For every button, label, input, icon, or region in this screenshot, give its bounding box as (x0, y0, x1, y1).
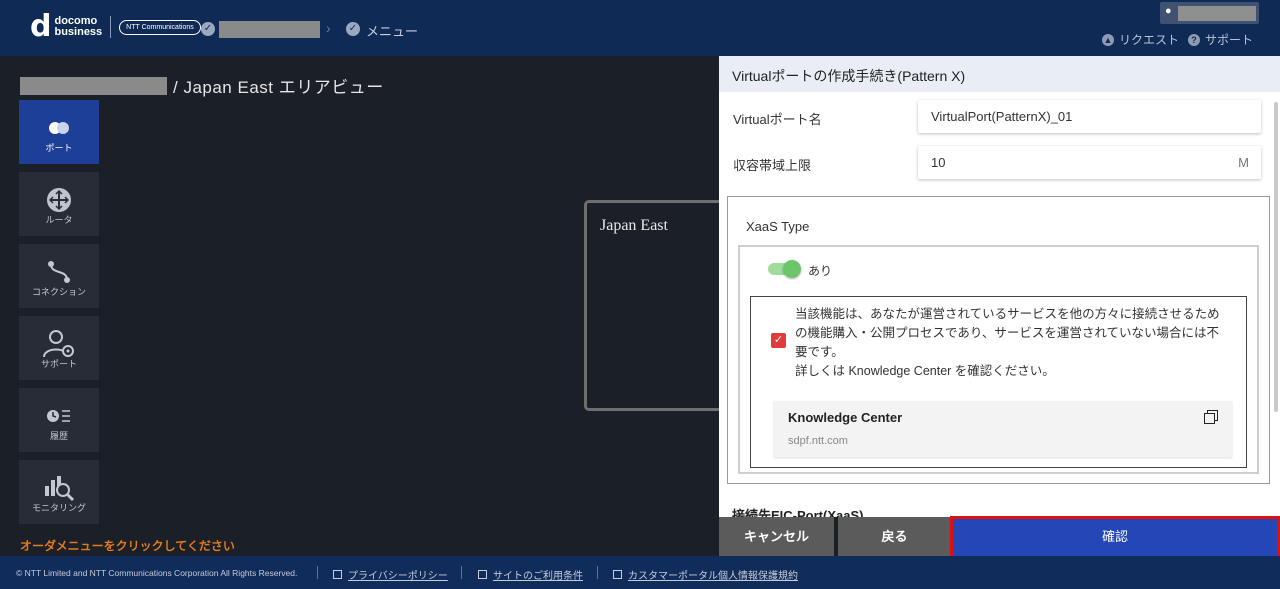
terms-link[interactable]: サイトのご利用条件 (478, 567, 583, 582)
confirm-button[interactable]: 確認 (953, 517, 1277, 556)
notice-line: 要です。 (795, 345, 844, 359)
toggle-knob (783, 260, 801, 278)
xaas-type-section: XaaS Type あり ✓ 当該機能は、あなたが運営されているサービスを他の方… (727, 196, 1270, 484)
order-menu-hint: オーダメニューをクリックしてください (20, 539, 235, 553)
logo-line2: business (54, 26, 103, 38)
logo-divider (110, 16, 112, 38)
bell-icon: ▲ (1102, 33, 1114, 46)
support-link[interactable]: ? サポート (1188, 31, 1253, 48)
user-account-button[interactable]: ● (1160, 2, 1259, 24)
knowledge-center-title: Knowledge Center (788, 410, 903, 425)
agree-checkbox[interactable]: ✓ (771, 333, 786, 348)
menu-item-label: モニタリング (31, 503, 86, 513)
menu-item-router[interactable]: ルータ (19, 172, 99, 236)
external-link-icon (613, 570, 622, 579)
xaas-notice-box: ✓ 当該機能は、あなたが運営されているサービスを他の方々に接続させるため の機能… (750, 296, 1247, 468)
user-icon: ● (1165, 5, 1172, 17)
ntt-communications-logo: NTT Communications (119, 19, 201, 35)
back-button[interactable]: 戻る (838, 517, 951, 556)
menu-item-support[interactable]: サポート (19, 316, 99, 380)
bandwidth-input[interactable]: 10 M (918, 146, 1261, 179)
breadcrumb-redacted-item[interactable] (219, 21, 320, 38)
request-link-label: リクエスト (1119, 33, 1180, 47)
menu-item-label: ルータ (45, 215, 73, 225)
xaas-toggle[interactable] (768, 260, 801, 278)
xaas-toggle-label: あり (808, 264, 833, 278)
area-view-title: / Japan East エリアビュー (20, 73, 384, 98)
area-title-text: / Japan East エリアビュー (173, 78, 384, 97)
menu-item-connection[interactable]: コネクション (19, 244, 99, 308)
cancel-button[interactable]: キャンセル (719, 517, 834, 556)
menu-item-history[interactable]: 履歴 (19, 388, 99, 452)
monitoring-icon (19, 474, 99, 502)
menu-item-label: 履歴 (49, 431, 68, 441)
port-icon (19, 114, 99, 142)
panel-scrollbar[interactable] (1274, 102, 1278, 412)
area-title-redacted (20, 76, 167, 95)
router-icon (19, 186, 99, 214)
footer: © NTT Limited and NTT Communications Cor… (0, 556, 1280, 589)
menu-item-label: ポート (45, 143, 73, 153)
bandwidth-label: 収容帯域上限 (733, 158, 812, 173)
history-icon (19, 402, 99, 430)
virtual-port-create-panel: Virtualポートの作成手続き(Pattern X) Virtualポート名 … (719, 56, 1280, 517)
support-icon (19, 330, 99, 358)
menu-item-monitoring[interactable]: モニタリング (19, 460, 99, 524)
logo-d-mark: d (30, 9, 52, 44)
chevron-right-icon: › (326, 20, 331, 36)
top-header: d docomo business NTT Communications ✓ ›… (0, 0, 1280, 56)
help-circle-icon: ? (1188, 33, 1200, 46)
customer-privacy-label: カスタマーポータル個人情報保護規約 (628, 571, 798, 582)
bandwidth-unit: M (1238, 155, 1249, 170)
port-name-input[interactable]: VirtualPort(PatternX)_01 (918, 100, 1261, 133)
copy-icon[interactable] (1204, 410, 1218, 424)
check-circle-icon: ✓ (201, 22, 215, 36)
connection-icon (19, 258, 99, 286)
breadcrumb-menu[interactable]: メニュー (366, 21, 418, 40)
xaas-type-options: あり ✓ 当該機能は、あなたが運営されているサービスを他の方々に接続させるため … (738, 245, 1259, 474)
menu-item-port[interactable]: ポート (19, 100, 99, 164)
menu-item-label: コネクション (31, 287, 86, 297)
copyright-text: © NTT Limited and NTT Communications Cor… (16, 568, 298, 578)
notice-line: 当該機能は、あなたが運営されているサービスを他の方々に接続させるため (795, 307, 1220, 321)
xaas-type-title: XaaS Type (746, 219, 810, 234)
xaas-notice-text: 当該機能は、あなたが運営されているサービスを他の方々に接続させるため の機能購入… (795, 305, 1240, 381)
footer-divider (597, 566, 598, 579)
customer-privacy-link[interactable]: カスタマーポータル個人情報保護規約 (613, 567, 798, 582)
docomo-business-logo[interactable]: d docomo business NTT Communications (30, 9, 201, 44)
menu-item-label: サポート (40, 359, 77, 369)
request-link[interactable]: ▲ リクエスト (1102, 31, 1179, 48)
region-label: Japan East (600, 217, 668, 234)
panel-title: Virtualポートの作成手続き(Pattern X) (719, 56, 1280, 92)
privacy-policy-link[interactable]: プライバシーポリシー (333, 567, 448, 582)
logo-wordmark: docomo business (54, 16, 102, 38)
notice-line: 詳しくは Knowledge Center を確認ください。 (795, 364, 1055, 378)
connect-eic-port-label: 接続先EIC-Port(XaaS) (732, 508, 864, 517)
external-link-icon (478, 570, 487, 579)
support-link-label: サポート (1205, 33, 1254, 47)
footer-divider (317, 566, 318, 579)
copy-icon-front (1204, 413, 1215, 424)
privacy-policy-label: プライバシーポリシー (348, 571, 448, 582)
terms-label: サイトのご利用条件 (493, 571, 583, 582)
knowledge-center-card[interactable]: Knowledge Center sdpf.ntt.com (774, 401, 1232, 457)
user-name-redacted (1178, 6, 1256, 21)
notice-line: の機能購入・公開プロセスであり、サービスを運営されていない場合には不 (795, 326, 1220, 340)
check-circle-icon: ✓ (346, 22, 360, 36)
external-link-icon (333, 570, 342, 579)
port-name-value: VirtualPort(PatternX)_01 (931, 109, 1073, 124)
bandwidth-value: 10 (931, 155, 946, 170)
port-name-label: Virtualポート名 (733, 112, 822, 127)
knowledge-center-url: sdpf.ntt.com (788, 435, 848, 447)
footer-divider (461, 566, 462, 579)
region-japan-east[interactable]: Japan East (584, 200, 734, 411)
